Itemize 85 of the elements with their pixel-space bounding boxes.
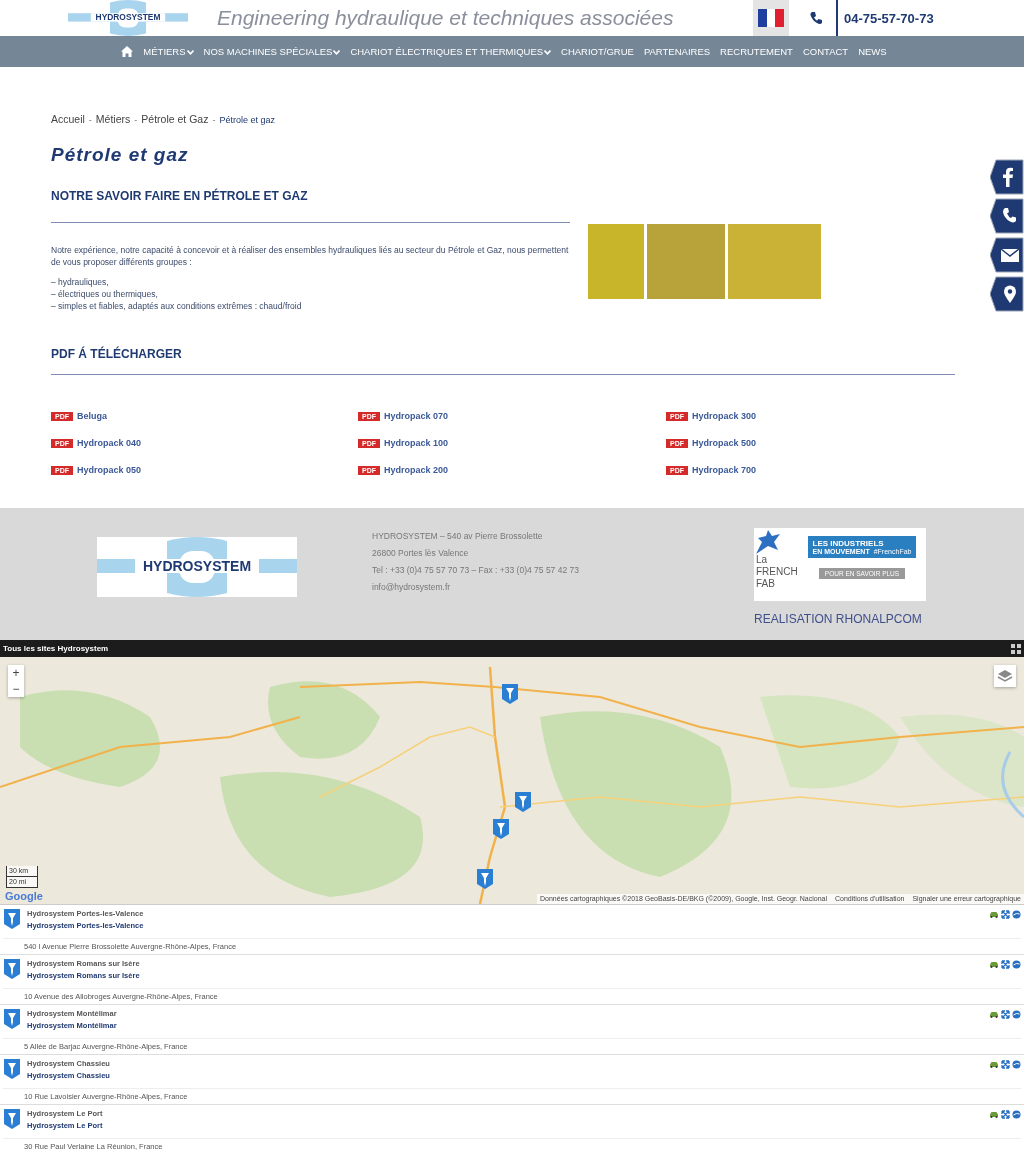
expand-icon[interactable] [1001,1110,1010,1119]
map-pin-icon[interactable] [501,683,519,705]
brand-word: FAB [756,578,776,590]
mail-icon[interactable] [990,237,1024,273]
map-pin-icon[interactable] [492,818,510,840]
map-title: Tous les sites Hydrosystem [3,644,109,653]
nav-link[interactable]: MÉTIERS [143,46,194,57]
layers-icon [997,669,1013,683]
section-heading: PDF Á TÉLÉCHARGER [51,347,183,363]
map-pin-icon[interactable] [3,1058,21,1080]
home-link[interactable] [121,46,134,57]
nav-link[interactable]: NEWS [858,46,887,57]
company-logo[interactable]: HYDROSYSTEM [97,537,297,597]
download-link[interactable]: Hydropack 040 [77,438,142,448]
section-heading: NOTRE SAVOIR FAIRE EN PÉTROLE ET GAZ [51,189,309,205]
download-link[interactable]: Hydropack 070 [384,411,449,421]
car-icon[interactable] [989,1111,999,1118]
breadcrumb-separator: - [212,115,216,125]
home-icon [121,46,134,57]
breadcrumb-separator: - [88,115,92,125]
download-link[interactable]: Hydropack 700 [692,465,757,475]
nav-link[interactable]: NOS MACHINES SPÉCIALES [203,46,341,57]
layers-button[interactable] [994,665,1016,687]
breadcrumb-link[interactable]: Métiers [95,113,131,125]
caret-icon [186,49,194,55]
car-icon[interactable] [989,1061,999,1068]
download-link[interactable]: Hydropack 100 [384,438,449,448]
address-line: 26800 Portes lès Valence [372,547,470,560]
list-item: – hydrauliques, [51,276,110,288]
company-logo[interactable]: HYDROSYSTEM [59,0,197,36]
expand-icon[interactable] [1001,1060,1010,1069]
breadcrumb-link[interactable]: Pétrole et Gaz [141,113,209,125]
globe-icon[interactable] [1012,960,1021,969]
caret-icon [544,49,552,55]
language-button[interactable] [753,0,789,36]
car-icon[interactable] [989,911,999,918]
download-link[interactable]: Hydropack 300 [692,411,757,421]
expand-icon[interactable] [1001,960,1010,969]
address-line: Tel : +33 (0)4 75 57 70 73 – Fax : +33 (0)4 75 57 42 73 [372,564,580,577]
map-pin-icon[interactable] [514,791,532,813]
globe-icon[interactable] [1012,1060,1021,1069]
location-pin-icon[interactable] [990,276,1024,312]
breadcrumb-current: Pétrole et gaz [219,115,275,125]
map-pin-icon[interactable] [476,868,494,890]
site-tagline: Engineering hydraulique et techniques associées [217,6,675,30]
zoom-out-button[interactable]: − [8,681,24,697]
page-title: Pétrole et gaz [51,144,190,167]
nav-link[interactable]: CHARIOT/GRUE [561,46,634,57]
map-pin-icon[interactable] [3,1108,21,1130]
nav-link[interactable]: CHARIOT ÉLECTRIQUES ET THERMIQUES [350,46,552,57]
agency-credit-link[interactable]: REALISATION RHONALPCOM [754,612,926,626]
download-link[interactable]: Beluga [77,411,107,421]
list-item: – simples et fiables, adaptés aux conditions extrêmes : chaud/froid [51,300,303,312]
phone-icon[interactable] [990,198,1024,234]
globe-icon[interactable] [1012,1110,1021,1119]
expand-icon[interactable] [1001,910,1010,919]
download-link[interactable]: Hydropack 050 [77,465,142,475]
grid-icon[interactable] [1011,643,1021,654]
intro-paragraph: Notre expérience, notre capacité à concevoir et à réaliser des ensembles hydrauliques liés au secteur du Pétrole et Gaz, nous permettent de vous proposer différents groupes : [51,244,570,268]
download-link[interactable]: Hydropack 500 [692,438,757,448]
map-pin-icon[interactable] [3,958,21,980]
phone-icon [809,11,823,25]
zoom-in-button[interactable]: + [8,665,24,681]
download-link[interactable]: Hydropack 200 [384,465,449,475]
car-icon[interactable] [989,1011,999,1018]
nav-link[interactable]: CONTACT [802,46,849,57]
car-icon[interactable] [989,961,999,968]
slogan-title: LES INDUSTRIELS [812,539,885,548]
map-pin-icon[interactable] [3,908,21,930]
brand-word: FRENCH [756,566,798,578]
breadcrumb-separator: - [134,115,138,125]
brand-word: La [756,554,769,566]
list-item: – électriques ou thermiques, [51,288,159,300]
french-flag-icon [758,9,784,27]
address-line: HYDROSYSTEM – 540 av Pierre Brossolette [372,530,544,543]
facebook-icon[interactable] [990,159,1024,195]
nav-link[interactable]: PARTENAIRES [643,46,711,57]
map-pin-icon[interactable] [3,1008,21,1030]
caret-icon [333,49,341,55]
map-logo: Google [5,890,43,902]
breadcrumb-link[interactable]: Accueil [51,113,85,125]
globe-icon[interactable] [1012,1010,1021,1019]
globe-icon[interactable] [1012,910,1021,919]
nav-link[interactable]: RECRUTEMENT [720,46,793,57]
expand-icon[interactable] [1001,1010,1010,1019]
